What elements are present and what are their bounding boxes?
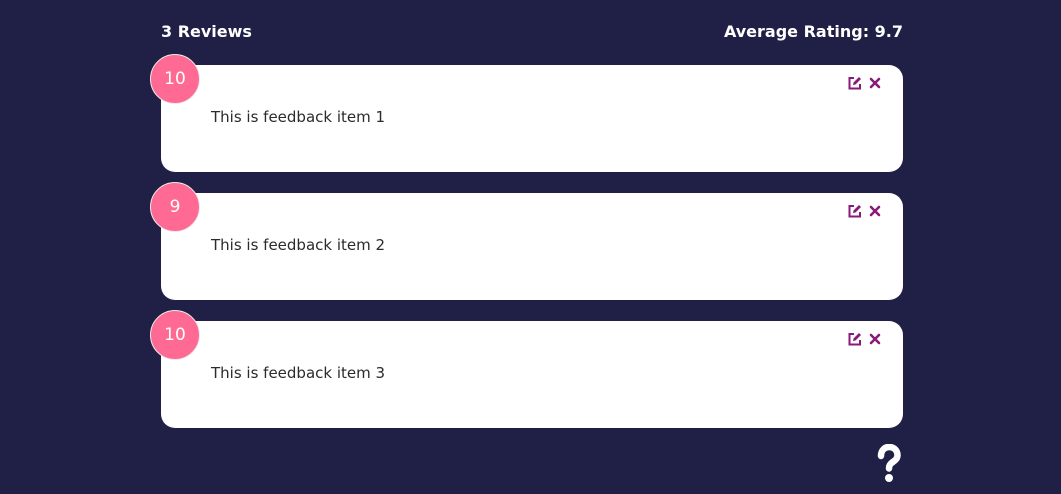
feedback-stats: 3 Reviews Average Rating: 9.7	[161, 20, 903, 42]
edit-icon[interactable]	[848, 75, 862, 90]
rating-badge: 10	[150, 54, 200, 104]
rating-badge: 10	[150, 310, 200, 360]
feedback-item: 10 This is feedback item 3	[150, 310, 903, 428]
close-icon[interactable]	[868, 331, 882, 345]
edit-icon[interactable]	[848, 203, 862, 218]
feedback-item: 10 This is feedback item 1	[150, 54, 903, 172]
feedback-text: This is feedback item 3	[211, 364, 386, 382]
close-icon[interactable]	[868, 203, 882, 217]
review-count: 3 Reviews	[161, 21, 252, 41]
feedback-text: This is feedback item 1	[211, 108, 386, 126]
rating-badge: 9	[150, 182, 200, 232]
feedback-app: { "stats": { "review_count": "3 Reviews"…	[0, 0, 1061, 494]
question-icon[interactable]	[872, 443, 906, 484]
average-rating: Average Rating: 9.7	[723, 21, 903, 41]
feedback-text: This is feedback item 2	[211, 236, 386, 254]
feedback-item: 9 This is feedback item 2	[150, 182, 903, 300]
close-icon[interactable]	[868, 75, 882, 89]
edit-icon[interactable]	[848, 331, 862, 346]
